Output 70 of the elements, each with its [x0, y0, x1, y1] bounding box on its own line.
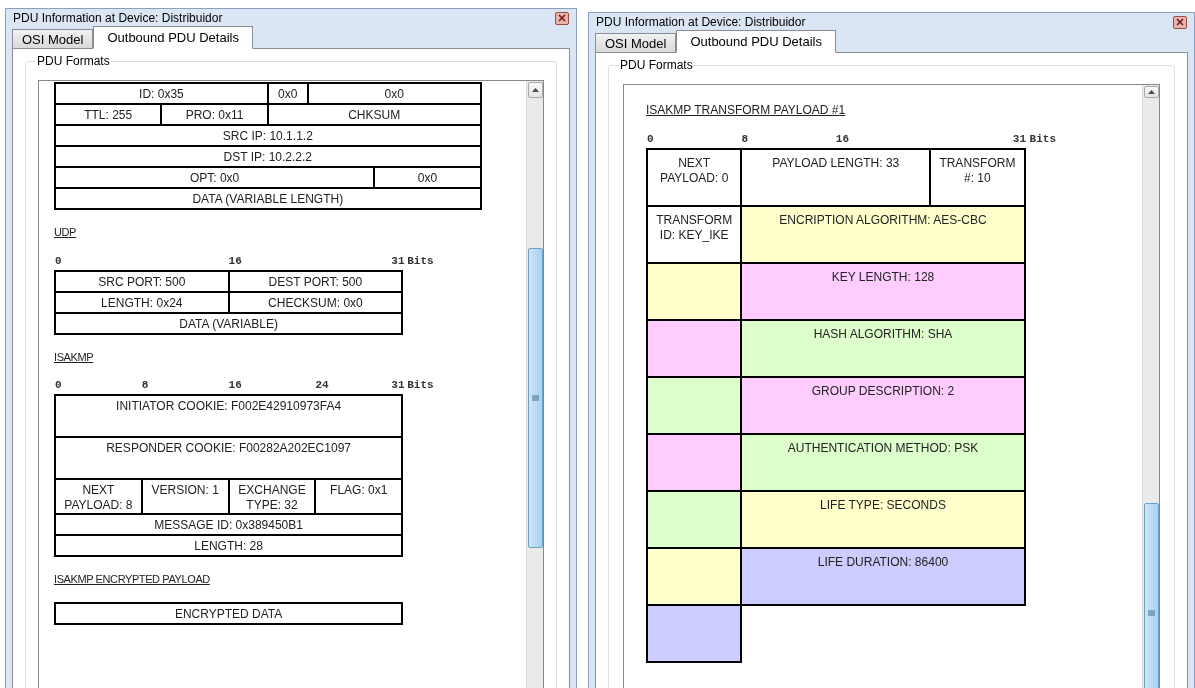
field-cell: ENCRYPTED DATA — [56, 603, 404, 625]
bit-label: 24 — [315, 379, 329, 391]
field-cell: NEXT PAYLOAD: 0 — [648, 150, 743, 207]
field-cell: CHECKSUM: 0x0 — [229, 292, 404, 314]
arrow-up-icon — [1147, 90, 1155, 95]
field-cell: ENCRIPTION ALGORITHM: AES-CBC — [742, 207, 1026, 264]
field-cell: ID: 0x35 — [56, 84, 269, 105]
field-cell: AUTHENTICATION METHOD: PSK — [742, 435, 1026, 492]
tab[interactable]: Outbound PDU Details — [676, 30, 836, 53]
field-cell: DATA (VARIABLE) — [56, 313, 404, 335]
field-cell: VERSION: 1 — [142, 480, 230, 515]
bit-label: 31 — [1012, 133, 1026, 145]
field-cell: PRO: 0x11 — [162, 105, 269, 126]
field-cell: MESSAGE ID: 0x389450B1 — [56, 515, 404, 536]
scroll-up-button[interactable] — [1143, 86, 1159, 99]
field-cell: 0x0 — [308, 84, 482, 105]
field-cell: SRC PORT: 500 — [56, 271, 230, 293]
scrollbar-thumb[interactable] — [527, 248, 543, 548]
window-title: PDU Information at Device: Distribuidor — [596, 14, 806, 31]
field-cell: NEXT PAYLOAD: 8 — [56, 480, 143, 515]
bits-unit-label: Bits — [1029, 133, 1056, 145]
field-cell: KEY LENGTH: 128 — [742, 264, 1026, 321]
window-title: PDU Information at Device: Distribuidor — [13, 10, 223, 27]
field-cell: RESPONDER COOKIE: F00282A202EC1097 — [56, 438, 404, 480]
field-cell: HASH ALGORITHM: SHA — [742, 321, 1026, 378]
tab[interactable]: OSI Model — [12, 29, 94, 49]
section-heading: ISAKMP TRANSFORM PAYLOAD #1 — [646, 102, 846, 119]
field-cell: GROUP DESCRIPTION: 2 — [742, 378, 1026, 435]
field-cell: EXCHANGE TYPE: 32 — [229, 480, 317, 515]
field-cell: INITIATOR COOKIE: F002E42910973FA4 — [56, 396, 404, 438]
scrollbar-thumb[interactable] — [1143, 503, 1159, 688]
close-icon — [1176, 18, 1184, 26]
field-cell: LENGTH: 28 — [56, 536, 404, 557]
field-cell: LIFE DURATION: 86400 — [742, 549, 1026, 606]
scroll-up-button[interactable] — [527, 82, 543, 98]
bit-label: 0 — [55, 254, 62, 267]
field-cell: 0x0 — [268, 84, 309, 105]
bit-label: 8 — [741, 133, 748, 145]
close-button[interactable] — [555, 11, 569, 25]
grip-icon — [1147, 610, 1155, 617]
bit-label: 16 — [228, 379, 242, 391]
bit-label: 0 — [647, 133, 654, 145]
field-cell: CHKSUM — [268, 105, 482, 126]
close-button[interactable] — [1173, 15, 1187, 29]
field-cell: OPT: 0x0 — [56, 168, 376, 189]
field-cell: DATA (VARIABLE LENGTH) — [56, 189, 482, 210]
field-cell: LIFE TYPE: SECONDS — [742, 492, 1026, 549]
bits-unit-label: Bits — [407, 254, 434, 267]
bit-label: 16 — [228, 254, 242, 267]
bit-label: 0 — [55, 379, 62, 391]
section-heading: ISAKMP ENCRYPTED PAYLOAD — [54, 572, 210, 587]
grip-icon — [531, 395, 539, 401]
field-cell: DST IP: 10.2.2.2 — [56, 147, 482, 168]
field-cell: 0x0 — [375, 168, 482, 189]
bit-label: 16 — [835, 133, 849, 145]
bit-label: 31 — [391, 379, 405, 391]
section-heading: UDP — [54, 225, 77, 240]
field-cell: LENGTH: 0x24 — [56, 292, 230, 314]
field-cell: DEST PORT: 500 — [229, 271, 404, 293]
field-cell: FLAG: 0x1 — [316, 480, 404, 515]
field-cell: TTL: 255 — [56, 105, 163, 126]
section-heading: ISAKMP — [54, 349, 94, 365]
bit-label: 8 — [141, 379, 149, 391]
bits-unit-label: Bits — [407, 379, 434, 391]
field-cell: SRC IP: 10.1.1.2 — [56, 126, 482, 147]
arrow-up-icon — [531, 88, 539, 92]
bit-label: 31 — [391, 254, 405, 267]
tab[interactable]: OSI Model — [595, 33, 677, 53]
close-icon — [558, 14, 566, 22]
tab[interactable]: Outbound PDU Details — [93, 26, 253, 49]
